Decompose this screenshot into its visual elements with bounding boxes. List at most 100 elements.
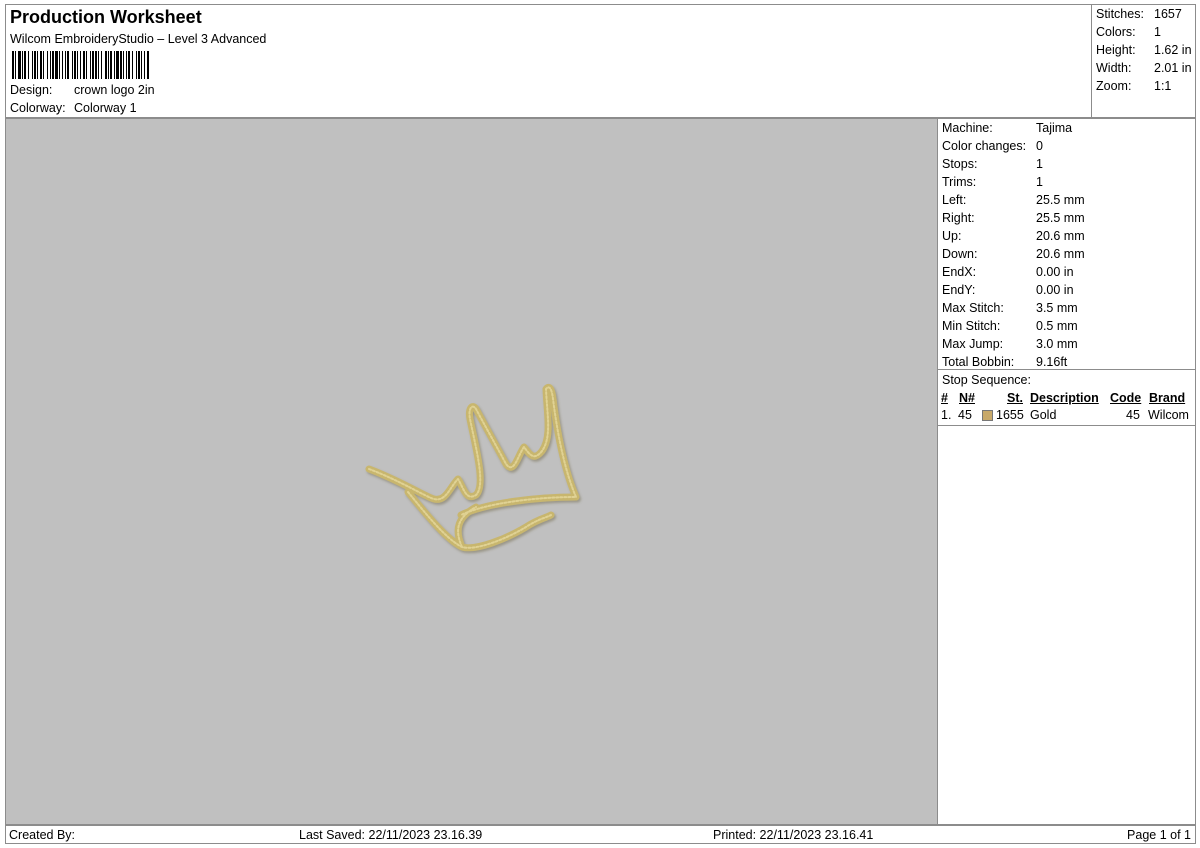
worksheet-footer: Created By: Last Saved: 22/11/2023 23.16… <box>5 825 1196 844</box>
machine-info-value: 20.6 mm <box>1036 229 1085 243</box>
stitches-label: Stitches: <box>1096 7 1144 21</box>
row-num: 1. <box>941 408 952 422</box>
worksheet-header: Production Worksheet Wilcom EmbroiderySt… <box>5 4 1096 118</box>
machine-info-value: 9.16ft <box>1036 355 1068 369</box>
machine-info-value: 0.00 in <box>1036 265 1074 279</box>
barcode-bar <box>28 51 29 79</box>
colors-label: Colors: <box>1096 25 1136 39</box>
barcode-bar <box>120 51 122 79</box>
width-row: Width: 2.01 in <box>1096 61 1192 75</box>
barcode-bar <box>15 51 16 79</box>
barcode-bar <box>144 51 145 79</box>
design-value: crown logo 2in <box>74 83 155 97</box>
barcode-bar <box>108 51 109 79</box>
barcode-bar <box>12 51 14 79</box>
barcode-bar <box>86 51 87 79</box>
barcode-bar <box>141 51 142 79</box>
machine-info-value: 0.00 in <box>1036 283 1074 297</box>
machine-info-row: EndX: 0.00 in <box>942 265 1074 279</box>
barcode-bar <box>52 51 54 79</box>
machine-info-value: Tajima <box>1036 121 1073 135</box>
zoom-label: Zoom: <box>1096 79 1132 93</box>
barcode-bar <box>55 51 58 79</box>
machine-info-label: Up: <box>942 229 962 243</box>
barcode-bar <box>47 51 48 79</box>
barcode-bar <box>43 51 44 79</box>
barcode-bar <box>34 51 36 79</box>
machine-info-value: 25.5 mm <box>1036 211 1085 225</box>
barcode-bar <box>50 51 51 79</box>
stop-sequence-row: 1. 45 1655 Gold 45 Wilcom <box>941 408 1193 424</box>
machine-info-row: Max Stitch: 3.5 mm <box>942 301 1078 315</box>
height-label: Height: <box>1096 43 1136 57</box>
barcode-bar <box>92 51 94 79</box>
barcode-bar <box>105 51 107 79</box>
colorway-value: Colorway 1 <box>74 101 137 115</box>
height-row: Height: 1.62 in <box>1096 43 1192 57</box>
crown-design <box>365 383 580 552</box>
barcode-bar <box>40 51 42 79</box>
stop-sequence-header: # N# St. Description Code Brand <box>941 391 1193 407</box>
machine-info-row: Color changes: 0 <box>942 139 1043 153</box>
barcode-bar <box>24 51 26 79</box>
row-description: Gold <box>1030 408 1057 422</box>
barcode-bar <box>101 51 102 79</box>
machine-info-row: Machine: Tajima <box>942 121 1072 135</box>
barcode-bar <box>110 51 112 79</box>
zoom-value: 1:1 <box>1154 79 1172 93</box>
barcode-bar <box>126 51 127 79</box>
stop-sequence-title: Stop Sequence: <box>942 373 1031 387</box>
machine-info-row: Right: 25.5 mm <box>942 211 1085 225</box>
barcode-bar <box>116 51 119 79</box>
machine-info-row: Trims: 1 <box>942 175 1043 189</box>
machine-info-row: Min Stitch: 0.5 mm <box>942 319 1078 333</box>
barcode-bar <box>67 51 69 79</box>
last-saved: Last Saved: 22/11/2023 23.16.39 <box>299 828 483 842</box>
barcode-bar <box>128 51 130 79</box>
design-preview <box>5 118 937 825</box>
barcode-bar <box>138 51 140 79</box>
barcode-bar <box>72 51 73 79</box>
barcode-bar <box>123 51 124 79</box>
barcode-bar <box>37 51 38 79</box>
thread-color-swatch <box>982 410 993 421</box>
machine-info-label: Left: <box>942 193 967 207</box>
machine-info-label: Right: <box>942 211 975 225</box>
summary-panel: Stitches: 1657 Colors: 1 Height: 1.62 in Wi… <box>1091 4 1196 118</box>
divider <box>938 369 1195 370</box>
machine-info-row: EndY: 0.00 in <box>942 283 1074 297</box>
barcode-bar <box>95 51 97 79</box>
machine-info-label: Trims: <box>942 175 977 189</box>
width-label: Width: <box>1096 61 1132 75</box>
machine-info-row: Total Bobbin: 9.16ft <box>942 355 1067 369</box>
machine-info-panel: Machine: Tajima Color changes: 0 Stops: 1 Trim… <box>937 118 1196 825</box>
design-row: Design: crown logo 2in <box>10 83 155 97</box>
barcode-bar <box>59 51 60 79</box>
machine-info-label: Min Stitch: <box>942 319 1001 333</box>
machine-info-label: Color changes: <box>942 139 1027 153</box>
machine-info-value: 3.5 mm <box>1036 301 1078 315</box>
machine-info-label: Max Jump: <box>942 337 1004 351</box>
machine-info-label: EndX: <box>942 265 977 279</box>
barcode-bar <box>136 51 137 79</box>
machine-info-value: 1 <box>1036 175 1043 189</box>
barcode-bar <box>62 51 63 79</box>
page-number: Page 1 of 1 <box>1127 828 1191 842</box>
col-n: N# <box>959 391 975 405</box>
col-num: # <box>941 391 948 405</box>
row-brand: Wilcom <box>1148 408 1189 422</box>
barcode-bar <box>74 51 76 79</box>
stitches-value: 1657 <box>1154 7 1182 21</box>
barcode-bar <box>80 51 81 79</box>
colors-row: Colors: 1 <box>1096 25 1161 39</box>
row-code: 45 <box>1126 408 1140 422</box>
printed-date: Printed: 22/11/2023 23.16.41 <box>713 828 874 842</box>
design-label: Design: <box>10 83 53 97</box>
barcode-bar <box>65 51 66 79</box>
machine-info-row: Up: 20.6 mm <box>942 229 1085 243</box>
divider <box>938 425 1195 426</box>
machine-info-row: Down: 20.6 mm <box>942 247 1085 261</box>
machine-info-label: EndY: <box>942 283 976 297</box>
barcode-bar <box>90 51 91 79</box>
col-brand: Brand <box>1149 391 1186 405</box>
